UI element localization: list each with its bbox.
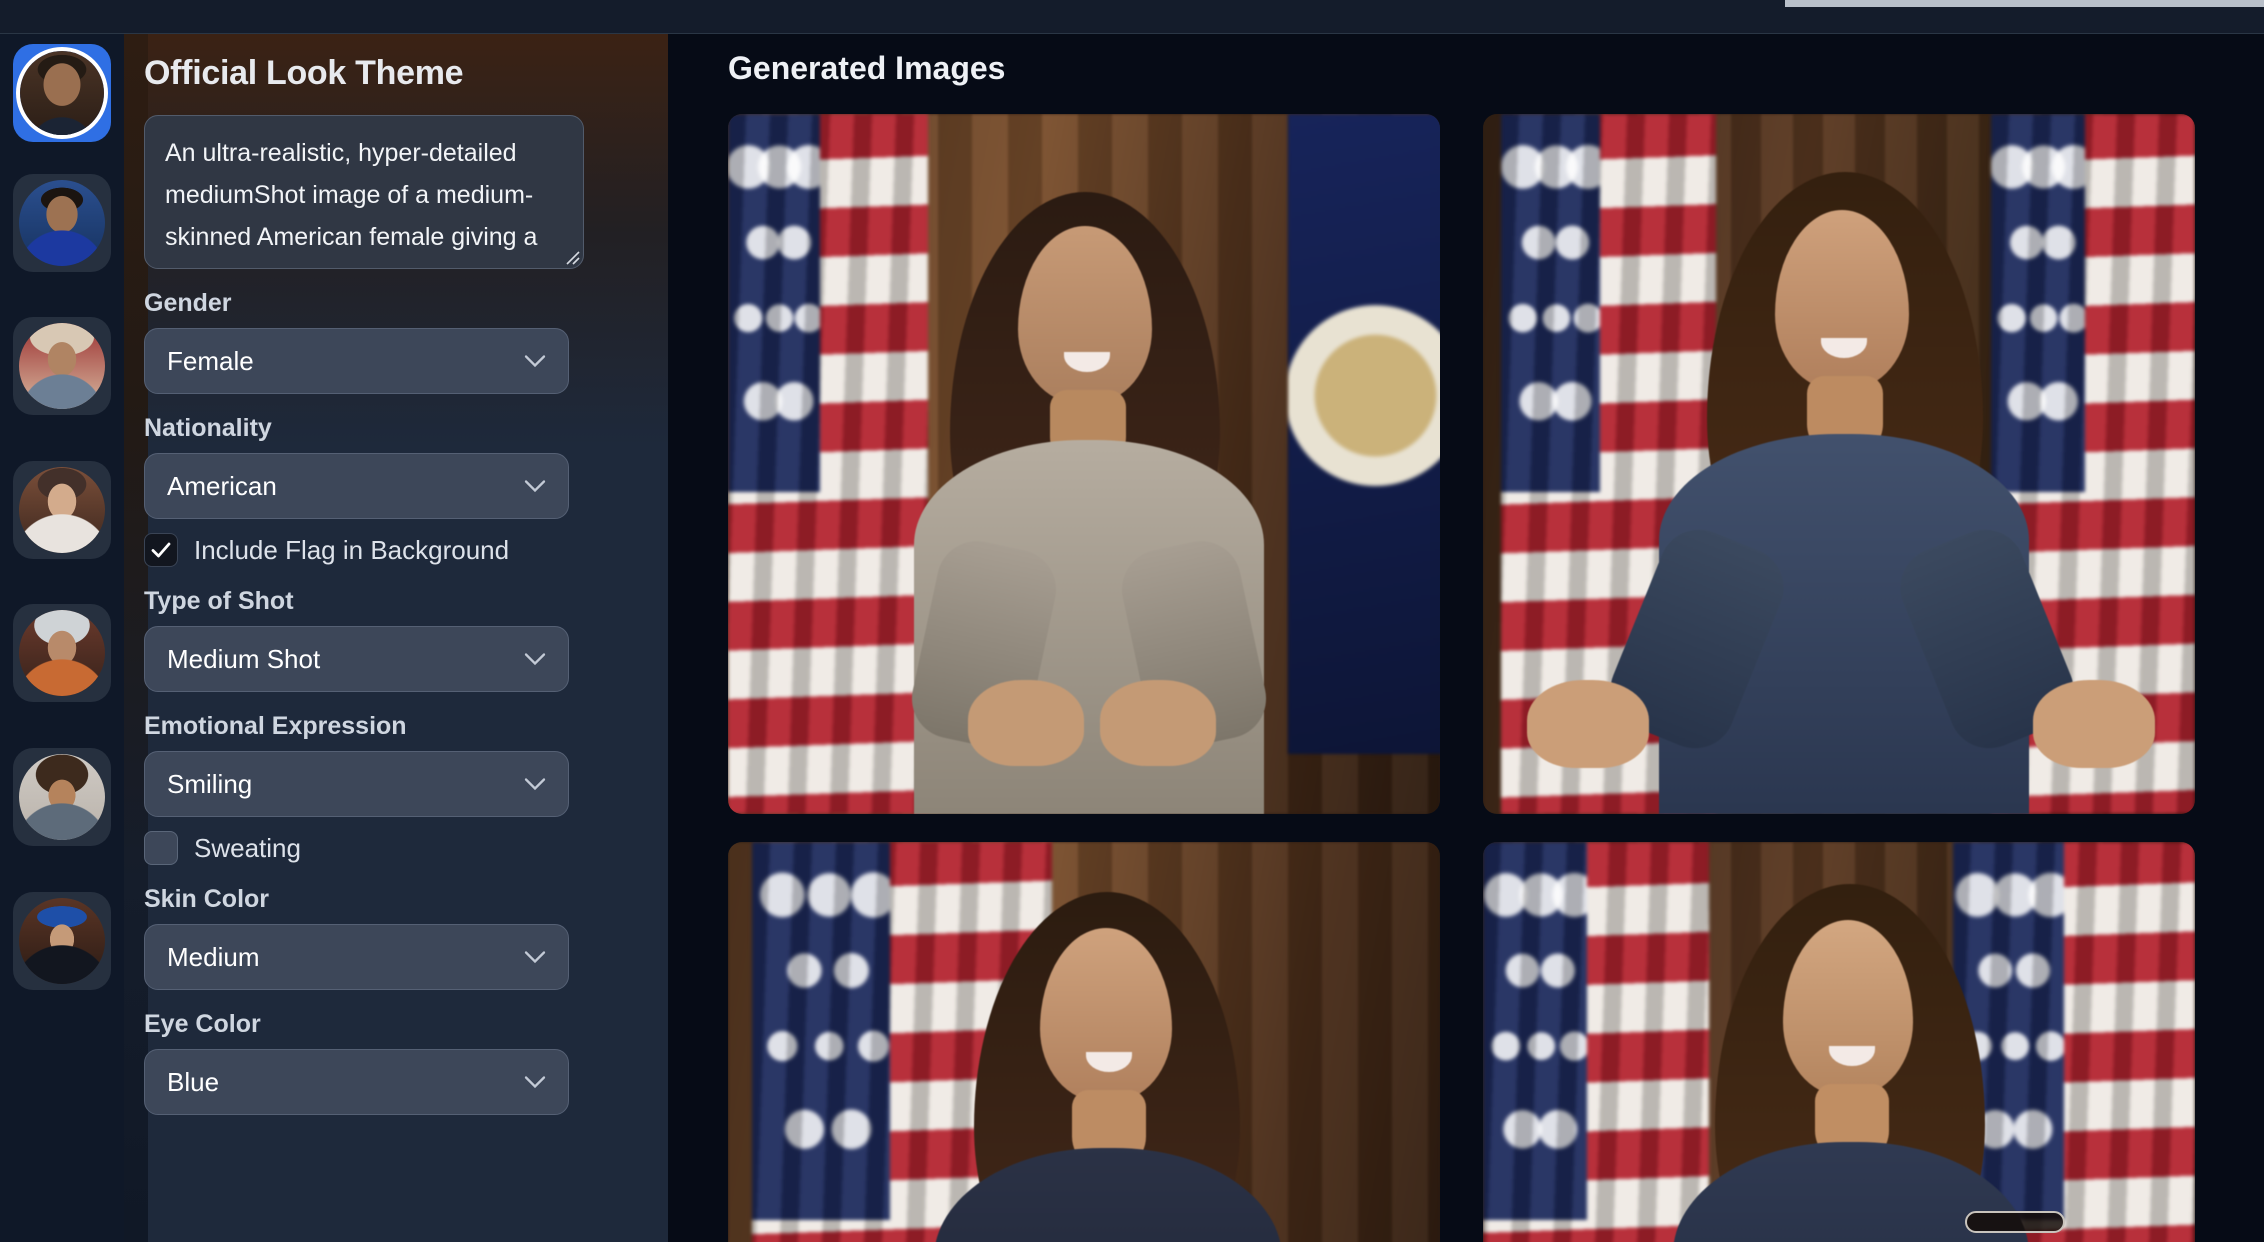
thumbnail-item-1[interactable] (13, 44, 111, 142)
chevron-down-icon (524, 951, 546, 964)
image-scroll-slider[interactable] (1965, 1211, 2065, 1233)
avatar (19, 898, 105, 984)
sweating-checkbox-row[interactable]: Sweating (144, 831, 624, 865)
type-of-shot-select[interactable]: Medium Shot (144, 626, 569, 692)
thumbnail-item-5[interactable] (13, 604, 111, 702)
chevron-down-icon (524, 778, 546, 791)
prompt-field-wrapper: An ultra-realistic, hyper-detailed mediu… (144, 115, 584, 269)
generated-images-area: Generated Images (668, 34, 2264, 1242)
avatar (19, 467, 105, 553)
skin-color-select[interactable]: Medium (144, 924, 569, 990)
page-title: Official Look Theme (144, 54, 464, 92)
chevron-down-icon (524, 653, 546, 666)
thumbnail-item-7[interactable] (13, 892, 111, 990)
avatar (19, 754, 105, 840)
top-bar (0, 0, 2264, 34)
thumbnail-item-2[interactable] (13, 174, 111, 272)
gender-value: Female (167, 345, 254, 376)
horizontal-scrollbar-top[interactable] (1785, 0, 2264, 7)
sweating-checkbox[interactable] (144, 831, 178, 865)
nationality-label: Nationality (144, 414, 272, 442)
checkmark-icon (151, 542, 171, 558)
thumbnail-item-3[interactable] (13, 317, 111, 415)
skin-color-label: Skin Color (144, 885, 270, 913)
avatar (19, 610, 105, 696)
thumbnail-item-6[interactable] (13, 748, 111, 846)
emotional-expression-label: Emotional Expression (144, 712, 407, 740)
prompt-input[interactable]: An ultra-realistic, hyper-detailed mediu… (144, 115, 584, 269)
include-flag-label: Include Flag in Background (194, 534, 510, 565)
type-of-shot-label: Type of Shot (144, 587, 294, 615)
chevron-down-icon (524, 1076, 546, 1089)
chevron-down-icon (524, 480, 546, 493)
nationality-select[interactable]: American (144, 453, 569, 519)
include-flag-checkbox[interactable] (144, 533, 178, 567)
thumbnail-sidebar[interactable] (0, 34, 124, 1242)
generated-image-4[interactable] (1483, 842, 2195, 1242)
include-flag-checkbox-row[interactable]: Include Flag in Background (144, 533, 624, 567)
eye-color-label: Eye Color (144, 1010, 261, 1038)
generated-image-3[interactable] (728, 842, 1440, 1242)
avatar (20, 51, 104, 135)
type-of-shot-value: Medium Shot (167, 643, 321, 674)
eye-color-select[interactable]: Blue (144, 1049, 569, 1115)
eye-color-value: Blue (167, 1066, 220, 1097)
nationality-value: American (167, 470, 277, 501)
emotional-expression-select[interactable]: Smiling (144, 751, 569, 817)
thumbnail-item-4[interactable] (13, 461, 111, 559)
generated-images-grid (728, 114, 2195, 1242)
avatar (19, 180, 105, 266)
avatar (19, 323, 105, 409)
generated-images-title: Generated Images (728, 50, 1006, 86)
settings-panel: Official Look Theme An ultra-realistic, … (124, 34, 668, 1242)
chevron-down-icon (524, 355, 546, 368)
emotional-expression-value: Smiling (167, 768, 253, 799)
skin-color-value: Medium (167, 941, 260, 972)
sweating-label: Sweating (194, 832, 301, 863)
gender-label: Gender (144, 289, 232, 317)
generated-image-2[interactable] (1483, 114, 2195, 814)
generated-image-1[interactable] (728, 114, 1440, 814)
gender-select[interactable]: Female (144, 328, 569, 394)
